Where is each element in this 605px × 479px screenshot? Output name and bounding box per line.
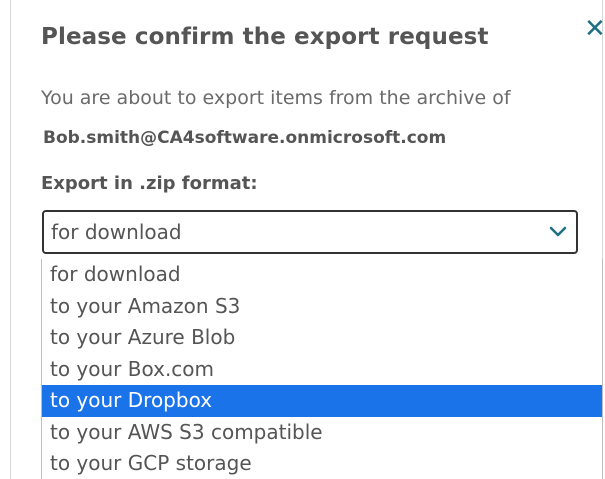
export-format-label: Export in .zip format:	[41, 173, 258, 194]
export-message: You are about to export items from the a…	[41, 87, 511, 109]
chevron-down-icon[interactable]	[549, 225, 567, 239]
option-amazon-s3[interactable]: to your Amazon S3	[42, 291, 602, 323]
export-format-select[interactable]: for download	[42, 210, 578, 254]
option-aws-s3-compatible[interactable]: to your AWS S3 compatible	[42, 417, 602, 449]
close-icon[interactable]: ✕	[584, 14, 605, 44]
option-box-com[interactable]: to your Box.com	[42, 354, 602, 386]
option-for-download[interactable]: for download	[42, 259, 602, 291]
dialog-title: Please confirm the export request	[41, 24, 489, 50]
option-gcp-storage[interactable]: to your GCP storage	[42, 448, 602, 479]
option-azure-blob[interactable]: to your Azure Blob	[42, 322, 602, 354]
export-format-options: for download to your Amazon S3 to your A…	[41, 259, 603, 479]
dialog-left-border	[10, 0, 11, 479]
option-dropbox[interactable]: to your Dropbox	[42, 385, 602, 417]
export-confirmation-dialog: Please confirm the export request ✕ You …	[0, 0, 605, 479]
export-format-selected-value: for download	[51, 220, 182, 244]
archive-email: Bob.smith@CA4software.onmicrosoft.com	[43, 128, 447, 148]
